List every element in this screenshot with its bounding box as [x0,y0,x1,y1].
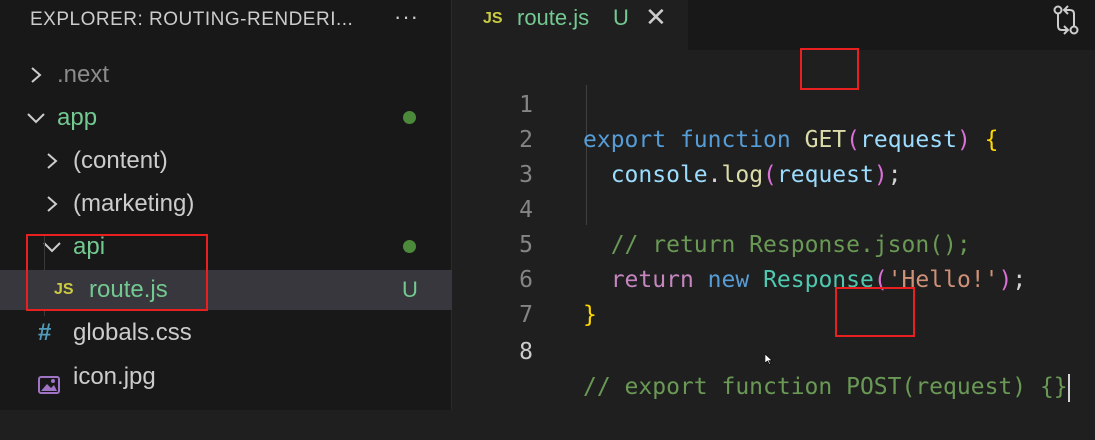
code-line: 1 export function GET(request) { [453,53,998,153]
js-file-icon: JS [483,10,503,27]
code-line: 3 [453,123,533,188]
chevron-right-icon [40,184,64,224]
tab-route-js[interactable]: JS route.js U ✕ [453,0,688,50]
explorer-title: EXPLORER: ROUTING-RENDERI... [30,9,354,30]
close-icon[interactable]: ✕ [645,2,667,33]
untracked-badge: U [402,277,418,302]
code-line: 6 } [453,228,597,328]
code-line: 7 [453,263,533,328]
tree-item-label: globals.css [73,319,192,346]
tree-item-next[interactable]: .next [0,55,452,95]
tree-item-label: icon.jpg [73,363,156,390]
tree-item-globals-css[interactable]: # globals.css [0,313,452,353]
untracked-badge: U [613,5,629,30]
editor-tab-bar: JS route.js U ✕ [453,0,1095,50]
chevron-right-icon [24,55,48,95]
code-line: 4 // return Response.json(); [453,158,971,258]
tree-item-icon-jpg[interactable]: icon.jpg [0,357,452,397]
annotation-box-get [800,48,859,90]
tree-item-label: (marketing) [73,190,195,217]
code-text: // return Response.json(); [610,232,971,258]
line-number: 8 [519,339,533,365]
code-editor[interactable]: 1 export function GET(request) { 2 conso… [453,48,1095,410]
annotation-box-post [835,287,915,337]
annotation-box-api [26,234,208,311]
code-text: return new Response('Hello!'); [610,267,1027,293]
modified-dot-icon [403,111,416,124]
css-file-icon: # [38,319,52,346]
compare-changes-icon[interactable] [1051,4,1081,41]
tree-item-content[interactable]: (content) [0,141,452,181]
code-text: export function GET(request) { [583,127,999,153]
code-line: 2 console.log(request); [453,88,901,188]
more-actions-icon[interactable]: ··· [394,4,419,30]
tree-item-label: app [57,104,98,131]
code-line: 5 return new Response('Hello!'); [453,193,1026,293]
tree-item-label: .next [57,61,110,88]
text-cursor [1067,373,1070,402]
chevron-down-icon [24,98,48,138]
code-text: } [583,302,597,328]
tab-label: route.js [517,5,590,30]
tree-item-app[interactable]: app [0,98,452,138]
code-text: // export function POST(request) {} [583,373,1070,402]
code-text: console.log(request); [610,162,902,188]
explorer-panel: EXPLORER: ROUTING-RENDERI... ··· .next a… [0,0,452,410]
tree-item-label: (content) [73,147,168,174]
image-file-icon [38,367,60,394]
chevron-right-icon [40,141,64,181]
tree-item-marketing[interactable]: (marketing) [0,184,452,224]
modified-dot-icon [403,240,416,253]
code-line-active: 8 // export function POST(request) {} [453,300,1070,402]
mouse-cursor-icon [764,352,773,370]
